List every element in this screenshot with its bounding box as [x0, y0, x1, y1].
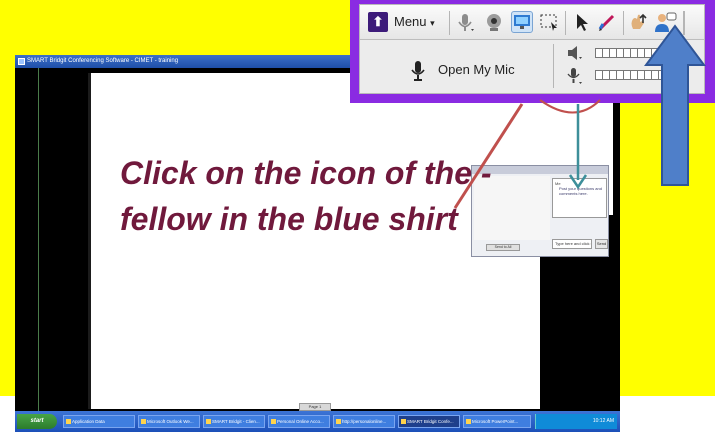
instruction-callout: Click on the icon of the - fellow in the…: [120, 150, 540, 242]
red-pointer-curve: [539, 99, 601, 114]
callout-line-1: Click on the icon of the -: [120, 155, 492, 191]
callout-line-2: fellow in the blue shirt: [120, 201, 458, 237]
blue-up-arrow-icon: [644, 24, 706, 186]
